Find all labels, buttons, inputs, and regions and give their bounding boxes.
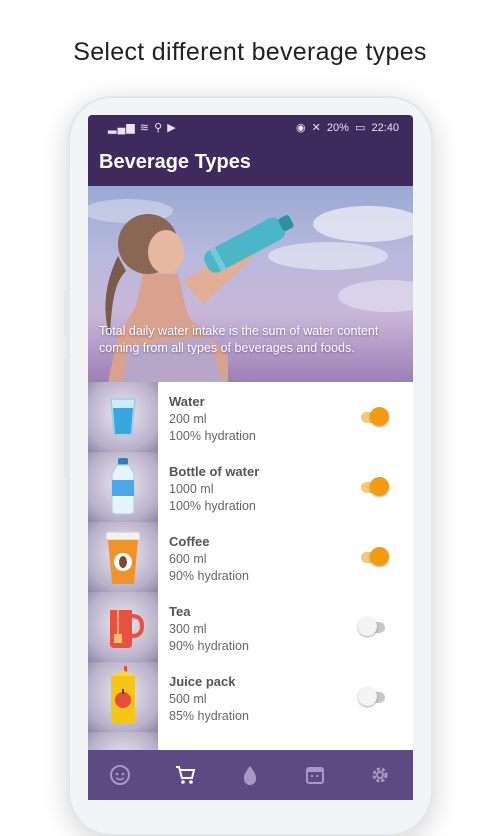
- toggle-knob: [358, 687, 377, 706]
- status-right: ◉ ✕ 20% ▭ 22:40: [293, 121, 399, 134]
- battery-icon: ▭: [355, 122, 366, 134]
- wifi-icon: ≋: [139, 122, 150, 134]
- beverage-name: Juice pack: [169, 674, 236, 689]
- eye-icon: ◉: [295, 122, 306, 134]
- beverage-hydration: 90% hydration: [169, 569, 249, 583]
- beverage-volume: 300 ml: [169, 622, 207, 636]
- juice-pack-icon: [111, 666, 135, 724]
- list-item[interactable]: Coffee 600 ml 90% hydration: [88, 522, 413, 593]
- toggle-knob: [370, 477, 389, 496]
- screen: ▂▄▆ ≋ ⚲ ▶ ◉ ✕ 20% ▭ 22:40 Beverage Types: [88, 115, 413, 800]
- list-item[interactable]: Juice pack 500 ml 85% hydration: [88, 662, 413, 733]
- coffee-cup-icon: [105, 531, 141, 584]
- beverage-volume: 200 ml: [169, 412, 207, 426]
- thumbnail: [88, 592, 158, 662]
- beverage-toggle[interactable]: [358, 406, 390, 428]
- clock: 22:40: [371, 122, 399, 134]
- caption: Select different beverage types: [73, 38, 427, 66]
- signal-icon: ▂▄▆: [108, 122, 136, 134]
- toggle-knob: [358, 617, 377, 636]
- beverage-toggle[interactable]: [358, 546, 390, 568]
- hero-text: Total daily water intake is the sum of w…: [99, 324, 379, 355]
- beverage-volume: 1000 ml: [169, 482, 214, 496]
- bottom-nav: [88, 750, 413, 800]
- thumbnail: [88, 382, 158, 452]
- water-bottle-icon: [111, 458, 135, 515]
- beverage-name: Bottle of water: [169, 464, 260, 479]
- tea-mug-icon: [110, 610, 145, 648]
- water-glass-icon: [110, 398, 136, 436]
- list-item[interactable]: Tea 300 ml 90% hydration: [88, 592, 413, 663]
- cart-icon[interactable]: [174, 764, 196, 786]
- battery-percent: 20%: [326, 122, 349, 134]
- toggle-knob: [370, 407, 389, 426]
- list-item[interactable]: Water 200 ml 100% hydration: [88, 382, 413, 453]
- calendar-icon[interactable]: [304, 764, 326, 786]
- beverage-name: Water: [169, 394, 205, 409]
- page-title: Beverage Types: [99, 151, 251, 173]
- beverage-hydration: 100% hydration: [169, 499, 256, 513]
- hero-banner: Total daily water intake is the sum of w…: [88, 186, 413, 382]
- beverage-toggle[interactable]: [358, 476, 390, 498]
- play-store-icon: ▶: [167, 122, 177, 134]
- beverage-hydration: 90% hydration: [169, 639, 249, 653]
- beverage-volume: 500 ml: [169, 692, 207, 706]
- beverage-name: Coffee: [169, 534, 210, 549]
- status-left-icons: ▂▄▆ ≋ ⚲ ▶: [108, 121, 177, 134]
- drop-icon[interactable]: [239, 764, 261, 786]
- beverage-toggle[interactable]: [358, 616, 390, 638]
- status-bar: ▂▄▆ ≋ ⚲ ▶ ◉ ✕ 20% ▭ 22:40: [88, 115, 413, 141]
- volume-button: [64, 290, 68, 336]
- mute-icon: ✕: [311, 122, 321, 134]
- thumbnail: [88, 662, 158, 732]
- thumbnail: [88, 522, 158, 592]
- beverage-hydration: 85% hydration: [169, 709, 249, 723]
- list-item[interactable]: Bottle of water 1000 ml 100% hydration: [88, 452, 413, 523]
- usb-icon: ⚲: [154, 122, 164, 134]
- toggle-knob: [370, 547, 389, 566]
- beverage-toggle[interactable]: [358, 686, 390, 708]
- power-button: [64, 358, 68, 478]
- gear-icon[interactable]: [369, 764, 391, 786]
- beverage-volume: 600 ml: [169, 552, 207, 566]
- beverage-name: Tea: [169, 604, 191, 619]
- thumbnail: [88, 452, 158, 522]
- beverage-hydration: 100% hydration: [169, 429, 256, 443]
- face-icon[interactable]: [109, 764, 131, 786]
- app-bar: Beverage Types: [88, 141, 413, 186]
